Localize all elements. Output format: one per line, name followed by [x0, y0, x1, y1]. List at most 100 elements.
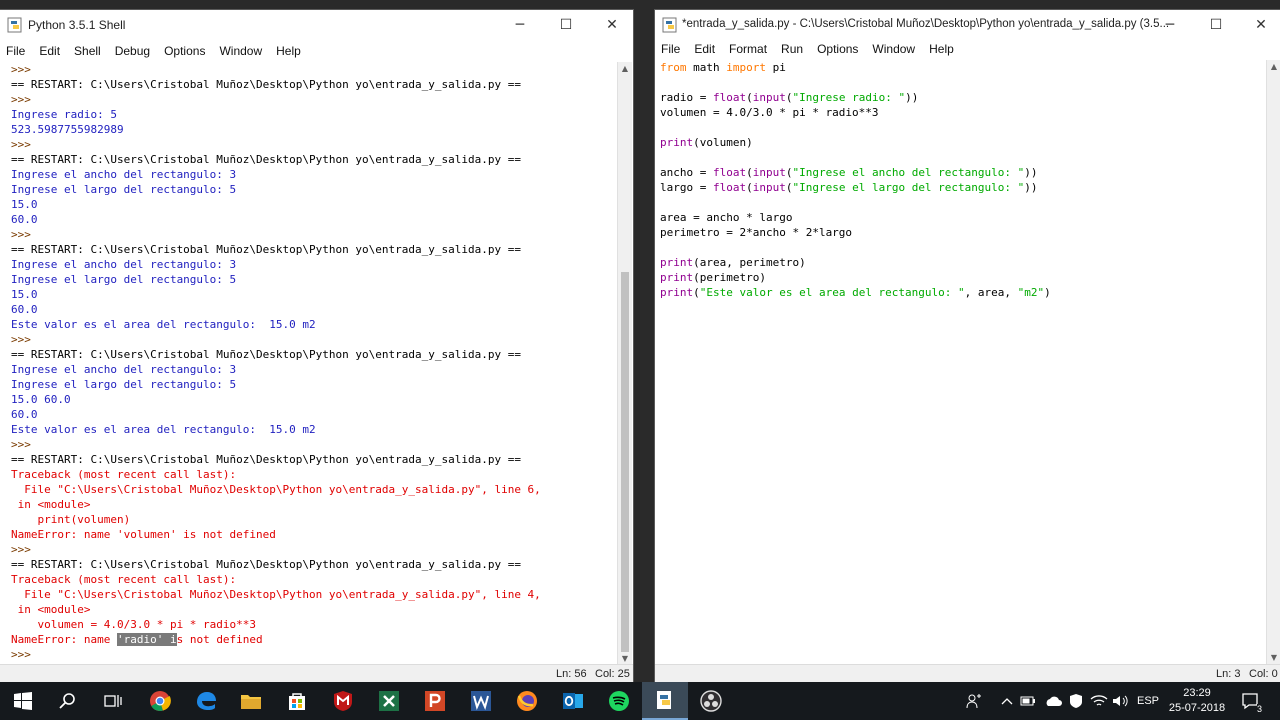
word-icon[interactable] [458, 682, 504, 720]
shell-line-text: >>> [11, 138, 38, 151]
menu-format[interactable]: Format [723, 38, 775, 60]
shell-title-bar[interactable]: Python 3.5.1 Shell ─ ☐ ✕ [0, 10, 633, 40]
spotify-icon[interactable] [596, 682, 642, 720]
shell-line: Ingrese el largo del rectangulo: 5 [11, 272, 612, 287]
shell-line: volumen = 4.0/3.0 * pi * radio**3 [11, 617, 612, 632]
show-hidden-icons-icon[interactable] [998, 682, 1016, 720]
shell-line: Este valor es el area del rectangulo: 15… [11, 317, 612, 332]
code-token: math [686, 61, 727, 74]
people-icon[interactable] [962, 682, 986, 720]
obs-icon[interactable] [688, 682, 734, 720]
chrome-icon[interactable] [137, 682, 183, 720]
shell-line-text: 523.5987755982989 [11, 123, 124, 136]
menu-edit[interactable]: Edit [688, 38, 723, 60]
shell-output-area[interactable]: >>> == RESTART: C:\Users\Cristobal Muñoz… [0, 62, 612, 666]
python-idle-icon[interactable] [642, 682, 688, 720]
scroll-down-icon[interactable]: ▼ [1267, 651, 1280, 665]
status-column: Col: 0 [1249, 668, 1278, 680]
selected-text[interactable]: 'radio' i [116, 633, 177, 646]
code-token: print [660, 286, 694, 299]
minimize-button[interactable]: ─ [497, 10, 543, 40]
code-token: import [726, 61, 766, 74]
maximize-button[interactable]: ☐ [543, 10, 589, 40]
code-token: , area, [964, 286, 1018, 299]
close-button[interactable]: ✕ [589, 10, 633, 40]
excel-icon[interactable] [366, 682, 412, 720]
close-button[interactable]: ✕ [1238, 10, 1280, 40]
menu-edit[interactable]: Edit [33, 40, 68, 62]
editor-title-bar[interactable]: *entrada_y_salida.py - C:\Users\Cristoba… [655, 10, 1280, 40]
search-icon[interactable] [45, 682, 91, 720]
minimize-button[interactable]: ─ [1147, 10, 1193, 40]
language-indicator[interactable]: ESP [1134, 682, 1162, 720]
shell-line: NameError: name 'radio' is not defined [11, 632, 612, 647]
firefox-icon[interactable] [504, 682, 550, 720]
clock[interactable]: 23:29 25-07-2018 [1166, 682, 1228, 720]
shell-line: == RESTART: C:\Users\Cristobal Muñoz\Des… [11, 347, 612, 362]
shell-line-text: File "C:\Users\Cristobal Muñoz\Desktop\P… [11, 588, 541, 601]
menu-help[interactable]: Help [923, 38, 962, 60]
maximize-button[interactable]: ☐ [1193, 10, 1239, 40]
mcafee-tray-icon[interactable] [1066, 682, 1086, 720]
shell-line-text: Ingrese el ancho del rectangulo: 3 [11, 258, 237, 271]
battery-icon[interactable] [1018, 682, 1038, 720]
volume-icon[interactable] [1110, 682, 1132, 720]
scroll-up-icon[interactable]: ▲ [618, 62, 632, 76]
shell-line-text: Ingrese el ancho del rectangulo: 3 [11, 168, 237, 181]
menu-debug[interactable]: Debug [109, 40, 158, 62]
code-token: ( [746, 181, 753, 194]
editor-status-bar: Ln: 3 Col: 0 [655, 664, 1280, 682]
powerpoint-icon[interactable] [412, 682, 458, 720]
editor-title: *entrada_y_salida.py - C:\Users\Cristoba… [682, 18, 1170, 30]
shell-line-text: == RESTART: C:\Users\Cristobal Muñoz\Des… [11, 348, 521, 361]
editor-window: *entrada_y_salida.py - C:\Users\Cristoba… [655, 10, 1280, 682]
code-line: radio = float(input("Ingrese radio: ")) [660, 90, 1265, 105]
menu-window[interactable]: Window [866, 38, 923, 60]
code-line: perimetro = 2*ancho * 2*largo [660, 225, 1265, 240]
code-token: "Ingrese el ancho del rectangulo: " [792, 166, 1025, 179]
code-token: pi [766, 61, 786, 74]
shell-line: Ingrese el largo del rectangulo: 5 [11, 377, 612, 392]
shell-line-text: >>> [11, 333, 38, 346]
menu-file[interactable]: File [0, 40, 33, 62]
start-icon[interactable] [0, 682, 46, 720]
editor-scrollbar[interactable]: ▲ ▼ [1266, 60, 1280, 665]
shell-line-text: print(volumen) [11, 513, 131, 526]
edge-icon[interactable] [183, 682, 229, 720]
menu-options[interactable]: Options [811, 38, 866, 60]
code-editor-area[interactable]: from math import pi radio = float(input("… [655, 60, 1265, 665]
code-line: print(area, perimetro) [660, 255, 1265, 270]
menu-shell[interactable]: Shell [68, 40, 109, 62]
scroll-up-icon[interactable]: ▲ [1267, 60, 1280, 74]
wifi-icon[interactable] [1088, 682, 1110, 720]
menu-file[interactable]: File [655, 38, 688, 60]
task-view-icon[interactable] [90, 682, 136, 720]
code-token: "Este valor es el area del rectangulo: " [699, 286, 965, 299]
shell-line-text: Ingrese el largo del rectangulo: 5 [11, 378, 237, 391]
menu-run[interactable]: Run [775, 38, 811, 60]
shell-line: == RESTART: C:\Users\Cristobal Muñoz\Des… [11, 557, 612, 572]
code-token: ) [1044, 286, 1051, 299]
code-token: )) [905, 91, 919, 104]
shell-line-text: Traceback (most recent call last): [11, 573, 237, 586]
code-token: from [660, 61, 687, 74]
outlook-icon[interactable] [550, 682, 596, 720]
shell-line-text: == RESTART: C:\Users\Cristobal Muñoz\Des… [11, 243, 521, 256]
mcafee-icon[interactable] [320, 682, 366, 720]
onedrive-icon[interactable] [1042, 682, 1064, 720]
shell-line-text: 15.0 60.0 [11, 393, 71, 406]
shell-line: Ingrese el largo del rectangulo: 5 [11, 182, 612, 197]
code-token: (volumen) [693, 136, 753, 149]
code-token: print [660, 136, 694, 149]
scroll-thumb[interactable] [621, 272, 629, 652]
menu-window[interactable]: Window [213, 40, 270, 62]
python-file-icon [662, 17, 677, 33]
menu-options[interactable]: Options [158, 40, 213, 62]
file-explorer-icon[interactable] [228, 682, 274, 720]
shell-title: Python 3.5.1 Shell [28, 18, 126, 32]
store-icon[interactable] [274, 682, 320, 720]
shell-scrollbar[interactable]: ▲ ▼ [617, 62, 632, 666]
menu-help[interactable]: Help [270, 40, 309, 62]
notification-center-icon[interactable]: 3 [1236, 682, 1264, 720]
code-token: radio = [660, 91, 713, 104]
